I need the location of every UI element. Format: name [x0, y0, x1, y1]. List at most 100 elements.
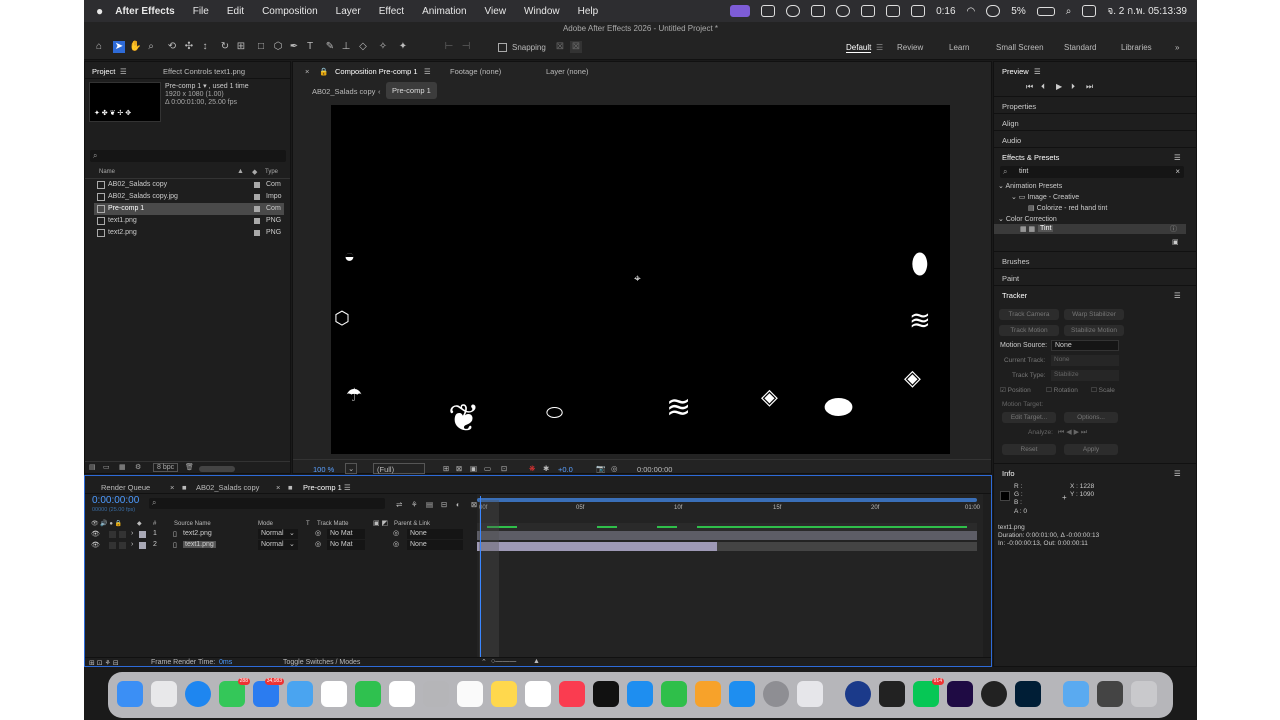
pan-tool-icon[interactable]: ✣ — [183, 41, 195, 53]
home-icon[interactable]: ⌂ — [93, 41, 105, 53]
date-time[interactable]: จ. 2 ก.พ. 05:13:39 — [1107, 4, 1187, 19]
workspace-libraries[interactable]: Libraries — [1121, 43, 1152, 52]
3d-view-icon[interactable]: ⊡ — [501, 464, 507, 473]
app-name[interactable]: After Effects — [115, 6, 174, 17]
orbit-tool-icon[interactable]: ⟲ — [166, 41, 178, 53]
col-mode[interactable]: Mode — [258, 521, 273, 527]
label-swatch[interactable] — [254, 194, 260, 200]
track-type-dropdown[interactable]: Stabilize — [1051, 370, 1119, 381]
timeline-search-input[interactable]: ⌕ — [149, 498, 385, 509]
hand-tool-icon[interactable]: ✋ — [129, 41, 141, 53]
options-button[interactable]: Options... — [1064, 412, 1118, 423]
davinci-icon[interactable] — [981, 681, 1007, 707]
label-swatch[interactable] — [139, 531, 146, 538]
puppet-tool-icon[interactable]: ✦ — [397, 41, 409, 53]
zoom-dropdown-icon[interactable]: ⌄ — [345, 463, 358, 474]
roto-brush-icon[interactable]: ✧ — [377, 41, 389, 53]
show-snapshot-icon[interactable]: ◎ — [611, 464, 618, 473]
analyze-back-icon[interactable]: ⏮ ◀ ▶ ⏭ — [1058, 428, 1087, 437]
pick-whip-icon[interactable]: ◎ — [393, 529, 399, 537]
brush-tool-icon[interactable]: ✎ — [324, 41, 336, 53]
matte-link-icon[interactable]: ◎ — [315, 529, 321, 537]
line-icon[interactable] — [836, 5, 851, 17]
align-left-icon[interactable]: ⊢ — [443, 41, 455, 53]
mail-icon[interactable]: 34,083 — [253, 678, 284, 707]
col-parent[interactable]: Parent & Link — [394, 521, 430, 527]
project-settings-icon[interactable]: ⚙ — [135, 463, 141, 471]
teamviewer-icon[interactable] — [845, 681, 871, 707]
bpc-button[interactable]: 8 bpc — [153, 463, 179, 472]
rectangle-tool-icon[interactable]: □ — [255, 41, 267, 53]
dolly-tool-icon[interactable]: ↕ — [199, 41, 211, 53]
mask-icon[interactable]: ▣ — [470, 464, 477, 473]
grid-icon[interactable]: ⊞ — [443, 464, 449, 473]
current-track-dropdown[interactable]: None — [1051, 355, 1119, 366]
clear-search-icon[interactable]: × — [1175, 167, 1180, 176]
workspace-review[interactable]: Review — [897, 43, 923, 52]
search-icon[interactable]: ⌕ — [1066, 6, 1072, 17]
menu-edit[interactable]: Edit — [227, 6, 244, 17]
snapping-checkbox[interactable] — [498, 43, 507, 52]
col-name[interactable]: Name — [99, 169, 115, 175]
anchor-tool-icon[interactable]: ⊞ — [235, 41, 247, 53]
type-tool-icon[interactable]: T — [304, 41, 316, 53]
screen-record-icon[interactable] — [730, 5, 751, 17]
display-icon[interactable] — [911, 5, 926, 17]
chevron-down-icon[interactable]: ⌄ — [289, 529, 295, 537]
reset-button[interactable]: Reset — [1002, 444, 1056, 455]
new-folder-icon[interactable]: ▭ — [103, 463, 110, 471]
workspace-learn[interactable]: Learn — [949, 43, 969, 52]
facetime-icon[interactable] — [355, 681, 381, 707]
camera-icon[interactable] — [761, 5, 776, 17]
app-store-icon[interactable] — [729, 681, 755, 707]
apply-button[interactable]: Apply — [1064, 444, 1118, 455]
battery-icon[interactable] — [1036, 6, 1055, 16]
photos-icon[interactable] — [321, 681, 347, 707]
snap-feature-icon[interactable]: ⊠ — [570, 41, 582, 53]
workspace-small-screen[interactable]: Small Screen — [996, 43, 1044, 52]
interpret-footage-icon[interactable]: ▤ — [89, 463, 96, 471]
keynote-icon[interactable] — [627, 681, 653, 707]
music-icon[interactable] — [559, 681, 585, 707]
trash-icon[interactable]: 🗑 — [185, 463, 194, 471]
frame-blending-icon[interactable]: ⊟ — [441, 500, 447, 509]
zoom-value[interactable]: 100 % — [313, 465, 334, 474]
selection-tool-icon[interactable]: ➤ — [113, 41, 125, 53]
playhead[interactable] — [480, 496, 481, 658]
visibility-icon[interactable]: 👁 — [91, 530, 100, 538]
toggle-switches-button[interactable]: Toggle Switches / Modes — [283, 659, 360, 666]
position-checkbox[interactable]: ☑ Position — [1000, 386, 1031, 394]
pick-whip-icon[interactable]: ◎ — [393, 540, 399, 548]
grid-icon[interactable] — [886, 5, 901, 17]
anchor-point-icon[interactable]: ⌖ — [634, 272, 641, 284]
menu-effect[interactable]: Effect — [379, 6, 404, 17]
zoom-slider[interactable]: ○——— — [491, 658, 516, 665]
lock-icon[interactable]: 🔒 — [319, 67, 328, 76]
layer-name[interactable]: text1.png — [183, 541, 216, 548]
numbers-icon[interactable] — [661, 681, 687, 707]
stamp-tool-icon[interactable]: ⊥ — [340, 41, 352, 53]
region-icon[interactable]: ▭ — [484, 464, 491, 473]
line-icon[interactable]: 914 — [913, 678, 944, 707]
launchpad-icon[interactable] — [151, 681, 177, 707]
track-camera-button[interactable]: Track Camera — [999, 309, 1059, 320]
snap-grid-icon[interactable]: ⊠ — [554, 41, 566, 53]
work-area-bar[interactable] — [477, 498, 977, 502]
audio-header[interactable]: Audio — [1002, 136, 1021, 145]
track-motion-button[interactable]: Track Motion — [999, 325, 1059, 336]
play-icon[interactable]: ▶ — [1056, 82, 1062, 91]
transparency-icon[interactable]: ⊠ — [456, 464, 462, 473]
tree-item-image-creative[interactable]: ⌄ ▭ Image - Creative — [1011, 193, 1079, 201]
workspace-standard[interactable]: Standard — [1064, 43, 1096, 52]
control-center-icon[interactable] — [1082, 5, 1097, 17]
pen-tool-icon[interactable]: ✒ — [288, 41, 300, 53]
parent-dropdown[interactable]: None — [407, 540, 463, 550]
solo-switch[interactable] — [109, 542, 116, 549]
label-col-icon[interactable]: ◆ — [252, 168, 257, 176]
expand-icon[interactable]: › — [131, 530, 133, 537]
panel-menu-icon[interactable]: ☰ — [1034, 67, 1041, 76]
breadcrumb-parent[interactable]: AB02_Salads copy — [312, 87, 375, 96]
panel-menu-icon[interactable]: ☰ — [1174, 469, 1181, 478]
contacts-icon[interactable] — [423, 681, 449, 707]
draft-3d-icon[interactable]: ⚘ — [411, 500, 418, 509]
